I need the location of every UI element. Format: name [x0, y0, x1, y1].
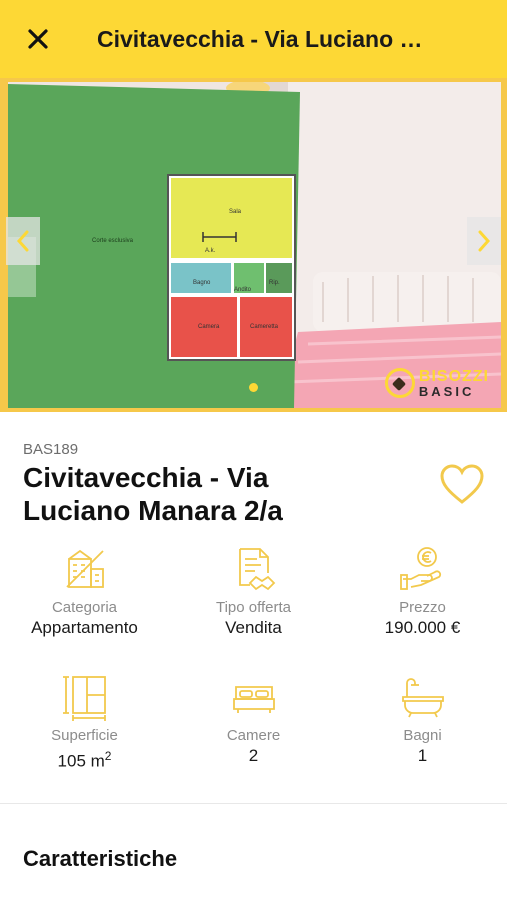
bed-icon	[232, 686, 275, 713]
euro-hand-icon	[399, 547, 441, 590]
chevron-left-icon	[16, 230, 29, 252]
feature-value: 1	[417, 746, 428, 765]
feature-tipo-offerta: Tipo offerta Vendita	[169, 545, 338, 673]
plan-label-camera: Camera	[198, 324, 220, 330]
feature-value: 190.000 €	[384, 618, 461, 637]
plan-label-sala: Sala	[229, 209, 242, 215]
photo-gallery[interactable]: Corte esclusiva Sala A.k. Bagno Andito R…	[0, 78, 507, 412]
floor-plan-icon	[62, 676, 106, 721]
feature-value: 2	[248, 746, 259, 765]
feature-label: Prezzo	[399, 599, 446, 616]
surface-value: 105 m	[57, 751, 105, 771]
listing-title: Civitavecchia - Via Luciano Manara 2/a	[23, 461, 413, 527]
pagination-dots	[0, 383, 507, 392]
feature-label: Tipo offerta	[215, 599, 292, 616]
feature-superficie: Superficie 105 m2	[0, 673, 169, 793]
feature-label: Superficie	[51, 727, 118, 744]
feature-bagni: Bagni 1	[338, 673, 507, 793]
feature-categoria: Categoria Appartamento	[0, 545, 169, 673]
feature-value: Vendita	[225, 618, 282, 637]
feature-camere: Camere 2	[169, 673, 338, 793]
page-title: Civitavecchia - Via Luciano …	[97, 25, 423, 52]
close-button[interactable]	[0, 0, 76, 78]
plan-label-bagno: Bagno	[193, 280, 211, 286]
characteristics-heading: Caratteristiche	[23, 846, 178, 871]
contract-handshake-icon	[238, 548, 275, 591]
section-divider	[0, 803, 507, 804]
feature-value: 105 m2	[58, 745, 112, 773]
feature-label: Camere	[226, 727, 281, 744]
close-icon	[28, 29, 48, 49]
pagination-dot-active[interactable]	[249, 383, 258, 392]
feature-label: Bagni	[403, 727, 442, 744]
feature-prezzo: Prezzo 190.000 €	[338, 545, 507, 673]
features-grid: Categoria Appartamento Tipo offerta Vend…	[0, 545, 507, 793]
plan-label-rip: Rip.	[269, 280, 280, 286]
favorite-button[interactable]	[438, 462, 486, 506]
plan-label-andito: Andito	[234, 287, 252, 293]
surface-unit-superscript: 2	[104, 749, 112, 763]
previous-image-button[interactable]	[6, 217, 40, 265]
bathtub-icon	[401, 678, 444, 718]
listing-title-line1: Civitavecchia - Via	[23, 462, 269, 493]
feature-label: Categoria	[51, 599, 118, 616]
next-image-button[interactable]	[467, 217, 501, 265]
top-app-bar: Civitavecchia - Via Luciano …	[0, 0, 507, 78]
listing-title-line2: Luciano Manara 2/a	[23, 495, 283, 526]
gallery-image: Corte esclusiva Sala A.k. Bagno Andito R…	[8, 82, 501, 408]
plan-label-ak: A.k.	[205, 248, 216, 254]
plan-label-corte: Corte esclusiva	[92, 238, 134, 244]
listing-code: BAS189	[23, 441, 79, 458]
plan-label-cameretta: Cameretta	[250, 324, 279, 330]
chevron-right-icon	[478, 230, 491, 252]
feature-value: Appartamento	[31, 618, 138, 637]
heart-icon	[440, 464, 484, 504]
building-icon	[65, 549, 104, 588]
